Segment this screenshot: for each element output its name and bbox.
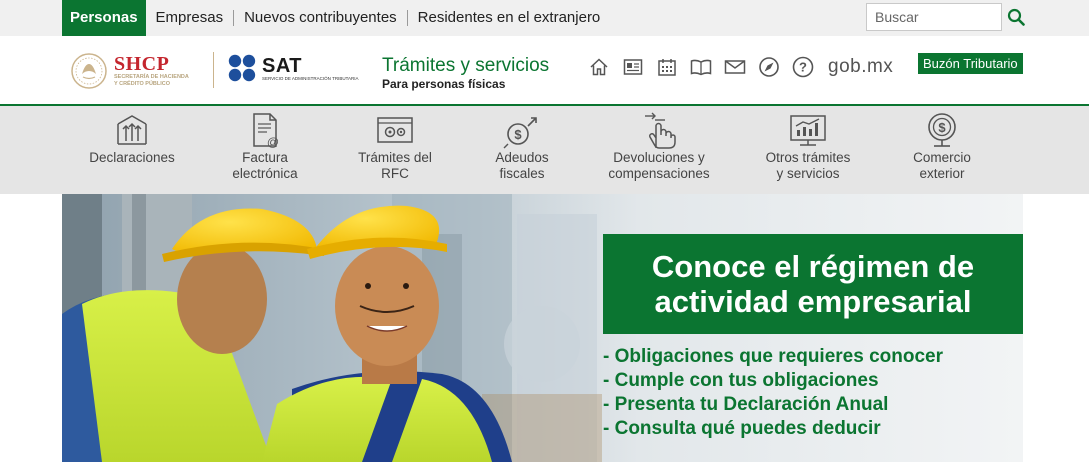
adeudos-icon: $	[503, 117, 537, 149]
service-label-line2: y servicios	[776, 166, 840, 181]
header-icon-nav: ? gob.mx	[588, 56, 893, 78]
mail-icon[interactable]	[724, 56, 746, 78]
service-declaraciones[interactable]: Declaraciones	[82, 106, 182, 194]
service-devoluciones[interactable]: Devoluciones y compensaciones	[600, 106, 718, 194]
hero-list-item[interactable]: - Presenta tu Declaración Anual	[603, 393, 1023, 417]
sat-name: SAT	[262, 55, 303, 77]
calendar-icon[interactable]	[656, 56, 678, 78]
service-label-line2: exterior	[919, 166, 965, 181]
svg-text:?: ?	[799, 60, 807, 75]
service-label-line2: electrónica	[232, 166, 298, 181]
services-bar: Declaraciones @ Factura electrónica Trám…	[0, 106, 1089, 194]
page-title-main[interactable]: Trámites y servicios	[382, 55, 549, 77]
svg-text:$: $	[938, 120, 946, 135]
hero-heading-line1: Conoce el régimen de	[651, 249, 975, 284]
service-label-line1: Comercio	[913, 150, 971, 165]
factura-icon: @	[253, 113, 279, 149]
page-title: Trámites y servicios Para personas físic…	[382, 55, 549, 91]
service-label-line1: Otros trámites	[765, 150, 851, 165]
service-label-line1: Declaraciones	[89, 150, 175, 165]
gobmx-link[interactable]: gob.mx	[828, 56, 893, 78]
service-tramites-rfc[interactable]: Trámites del RFC	[345, 106, 445, 194]
audience-nav: Personas Empresas Nuevos contribuyentes …	[62, 0, 610, 36]
hero-list-item[interactable]: - Cumple con tus obligaciones	[603, 369, 1023, 393]
topnav-empresas[interactable]: Empresas	[146, 0, 234, 36]
hero-topic-list: - Obligaciones que requieres conocer - C…	[603, 345, 1023, 441]
search-box	[866, 3, 1028, 31]
buzon-tributario-button[interactable]: Buzón Tributario	[918, 53, 1023, 74]
comercio-icon: $	[928, 113, 956, 147]
hero-list-item[interactable]: - Consulta qué puedes deducir	[603, 417, 1023, 441]
search-icon[interactable]	[1004, 3, 1028, 31]
shcp-name: SHCP	[114, 53, 170, 75]
page-right-margin	[1023, 194, 1089, 462]
top-utility-bar: Personas Empresas Nuevos contribuyentes …	[0, 0, 1089, 36]
hero-list-item[interactable]: - Obligaciones que requieres conocer	[603, 345, 1023, 369]
rfc-icon	[377, 117, 413, 143]
eagle-seal-icon	[71, 53, 107, 89]
service-comercio-exterior[interactable]: $ Comercio exterior	[898, 106, 986, 194]
search-input[interactable]	[866, 3, 1002, 31]
service-otros-tramites[interactable]: Otros trámites y servicios	[752, 106, 864, 194]
sat-logo[interactable]: SAT SERVICIO DE ADMINISTRACIÓN TRIBUTARI…	[228, 54, 359, 84]
service-label-line1: Trámites del	[358, 150, 432, 165]
newspaper-icon[interactable]	[622, 56, 644, 78]
book-icon[interactable]	[690, 56, 712, 78]
shcp-logo[interactable]: SHCP SECRETARÍA DE HACIENDA Y CRÉDITO PÚ…	[70, 52, 189, 90]
help-icon[interactable]: ?	[792, 56, 814, 78]
service-adeudos-fiscales[interactable]: $ Adeudos fiscales	[476, 106, 568, 194]
hero-headline-box[interactable]: Conoce el régimen de actividad empresari…	[603, 234, 1023, 334]
service-label-line1: Adeudos	[495, 150, 549, 165]
site-header: SHCP SECRETARÍA DE HACIENDA Y CRÉDITO PÚ…	[0, 36, 1089, 104]
hero-heading-line2: actividad empresarial	[654, 284, 972, 319]
service-label-line2: RFC	[381, 166, 409, 181]
shcp-subtitle-1: SECRETARÍA DE HACIENDA	[114, 74, 189, 80]
service-factura-electronica[interactable]: @ Factura electrónica	[218, 106, 312, 194]
home-icon[interactable]	[588, 56, 610, 78]
topnav-residentes-extranjero[interactable]: Residentes en el extranjero	[408, 0, 611, 36]
service-label-line2: fiscales	[499, 166, 545, 181]
otros-tramites-icon	[790, 115, 826, 146]
page-title-sub: Para personas físicas	[382, 77, 506, 91]
service-label-line1: Devoluciones y	[613, 150, 705, 165]
svg-text:$: $	[514, 127, 522, 142]
declaraciones-icon	[117, 115, 147, 145]
shcp-subtitle-2: Y CRÉDITO PÚBLICO	[114, 81, 171, 87]
devoluciones-icon	[645, 112, 676, 149]
service-label-line1: Factura	[242, 150, 288, 165]
logo-divider	[213, 52, 214, 88]
topnav-personas[interactable]: Personas	[62, 0, 146, 36]
svg-text:@: @	[267, 135, 279, 149]
topnav-nuevos-contribuyentes[interactable]: Nuevos contribuyentes	[234, 0, 407, 36]
sat-subtitle: SERVICIO DE ADMINISTRACIÓN TRIBUTARIA	[262, 76, 359, 81]
compass-icon[interactable]	[758, 56, 780, 78]
service-label-line2: compensaciones	[608, 166, 710, 181]
sat-dots-icon	[228, 54, 256, 82]
